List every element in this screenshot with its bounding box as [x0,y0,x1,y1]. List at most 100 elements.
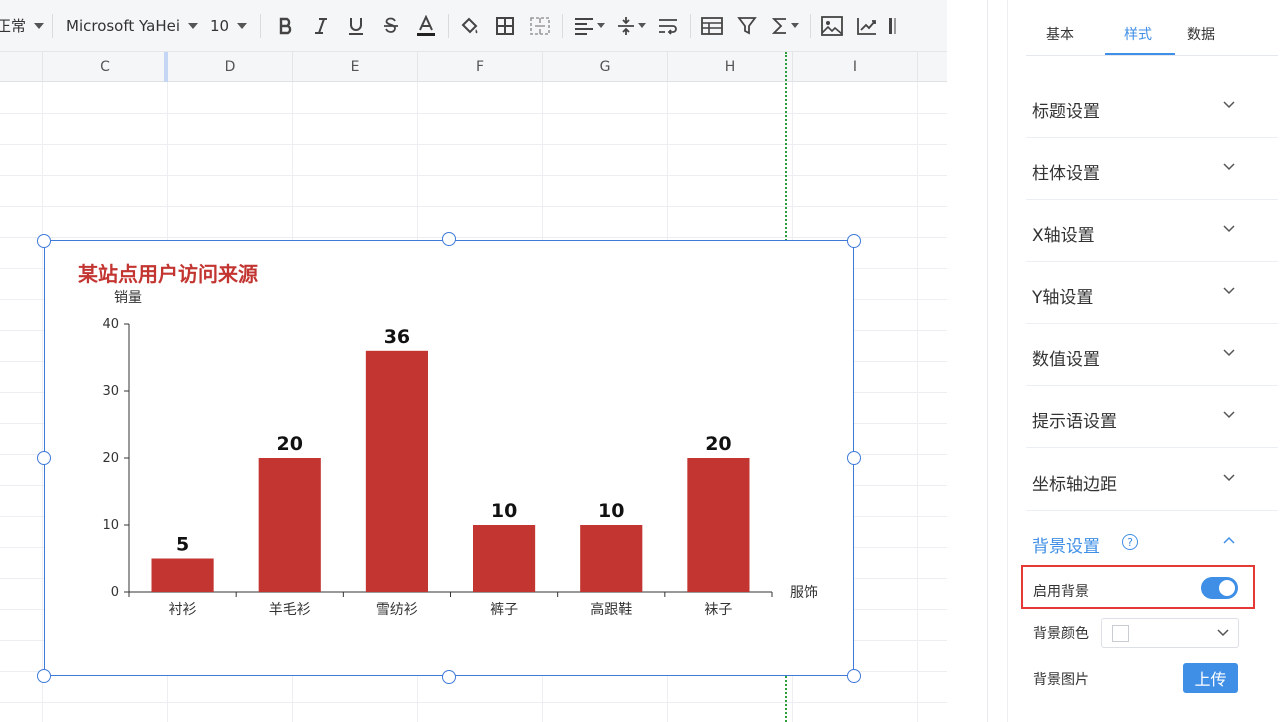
grid-line [0,702,947,703]
more-tools-icon[interactable] [888,13,898,39]
wrap-text-icon[interactable] [655,13,681,39]
fill-color-icon[interactable] [457,13,483,39]
bar [580,525,643,592]
section-axis-margin[interactable]: 坐标轴边距 [1026,449,1278,511]
section-x-axis-settings[interactable]: X轴设置 [1026,200,1278,262]
grid-line [42,82,43,722]
bar-value-label: 5 [176,534,189,556]
resize-handle-top-left[interactable] [37,234,51,248]
section-y-axis-settings[interactable]: Y轴设置 [1026,262,1278,324]
font-color-icon[interactable] [413,13,439,39]
font-size-select[interactable]: 10 [210,0,252,52]
app-root: 正常 Microsoft YaHei 10 C D E F G H I 某站点用… [0,0,1285,722]
resize-handle-bottom-left[interactable] [37,669,51,683]
y-axis-title: 销量 [114,290,142,306]
grid-line [0,237,947,238]
tab-style[interactable]: 样式 [1124,24,1152,44]
background-image-label: 背景图片 [1033,672,1089,688]
merge-cells-icon[interactable] [527,13,553,39]
upload-button[interactable]: 上传 [1183,663,1238,693]
x-tick-label: 高跟鞋 [590,601,632,618]
toolbar: 正常 Microsoft YaHei 10 [0,0,947,52]
bar [365,350,428,592]
enable-background-toggle[interactable] [1201,577,1238,599]
bold-icon[interactable] [273,13,299,39]
bar-value-label: 10 [491,500,517,522]
chevron-down-icon [596,23,605,28]
section-label: 提示语设置 [1032,412,1117,432]
section-value-settings[interactable]: 数值设置 [1026,324,1278,386]
enable-background-label: 启用背景 [1033,584,1089,600]
toolbar-divider [260,13,261,38]
column-header-i[interactable]: I [793,52,918,82]
column-header-d[interactable]: D [168,52,293,82]
chevron-up-icon [1223,536,1235,544]
y-tick-label: 20 [102,451,119,466]
border-icon[interactable] [492,13,518,39]
color-swatch [1112,625,1129,642]
column-header: C D E F G H I [0,52,947,82]
resize-handle-left[interactable] [37,451,51,465]
toolbar-divider [448,13,449,38]
grid-line [0,113,947,114]
cell-style-value: 正常 [0,17,27,35]
section-label: 坐标轴边距 [1032,475,1117,495]
section-label: Y轴设置 [1032,288,1094,308]
column-header-e[interactable]: E [293,52,418,82]
chevron-down-icon [1223,225,1235,233]
underline-icon[interactable] [343,13,369,39]
page-break-line [785,52,787,248]
toolbar-divider [52,13,53,38]
valign-icon[interactable] [613,13,649,39]
y-tick-label: 40 [102,317,119,332]
resize-handle-right[interactable] [847,451,861,465]
y-tick-label: 0 [111,585,119,600]
chart-icon[interactable] [854,13,880,39]
column-header-h[interactable]: H [668,52,793,82]
image-icon[interactable] [819,13,845,39]
align-icon[interactable] [571,13,607,39]
column-header-b[interactable] [0,52,43,82]
table-icon[interactable] [699,13,725,39]
column-header-f[interactable]: F [418,52,543,82]
grid-line [0,206,947,207]
resize-handle-bottom-right[interactable] [847,669,861,683]
chevron-down-icon [1217,629,1229,637]
chevron-down-icon [1223,287,1235,295]
section-label: 柱体设置 [1032,164,1100,184]
italic-icon[interactable] [308,13,334,39]
panel-divider [987,0,988,722]
resize-handle-top[interactable] [442,232,456,246]
section-title-settings[interactable]: 标题设置 [1026,76,1278,138]
background-color-picker[interactable] [1101,618,1239,648]
toolbar-divider [810,13,811,38]
chevron-down-icon [188,22,198,29]
column-header-c[interactable]: C [43,52,168,82]
chevron-down-icon [1223,163,1235,171]
section-label: X轴设置 [1032,226,1095,246]
tab-basic[interactable]: 基本 [1046,24,1074,44]
x-tick-label: 袜子 [704,602,732,618]
chevron-down-icon [237,22,248,29]
bar-value-label: 36 [384,326,410,348]
section-background-settings[interactable]: 背景设置 ? [1026,511,1278,573]
sum-icon[interactable] [767,13,803,39]
bar-value-label: 20 [705,433,731,455]
bar [151,558,214,592]
strikethrough-icon[interactable] [378,13,404,39]
font-family-value: Microsoft YaHei [66,16,180,35]
cell-style-select[interactable]: 正常 [0,0,48,52]
chevron-down-icon [1223,474,1235,482]
resize-handle-top-right[interactable] [847,234,861,248]
chevron-down-icon [34,22,45,29]
section-bar-settings[interactable]: 柱体设置 [1026,138,1278,200]
column-header-g[interactable]: G [543,52,668,82]
tab-data[interactable]: 数据 [1187,24,1215,44]
font-family-select[interactable]: Microsoft YaHei [66,0,205,52]
scroll-gutter [947,0,1007,722]
filter-icon[interactable] [734,13,760,39]
help-icon[interactable]: ? [1122,534,1138,550]
section-tooltip-settings[interactable]: 提示语设置 [1026,386,1278,448]
grid-line [0,175,947,176]
resize-handle-bottom[interactable] [442,670,456,684]
